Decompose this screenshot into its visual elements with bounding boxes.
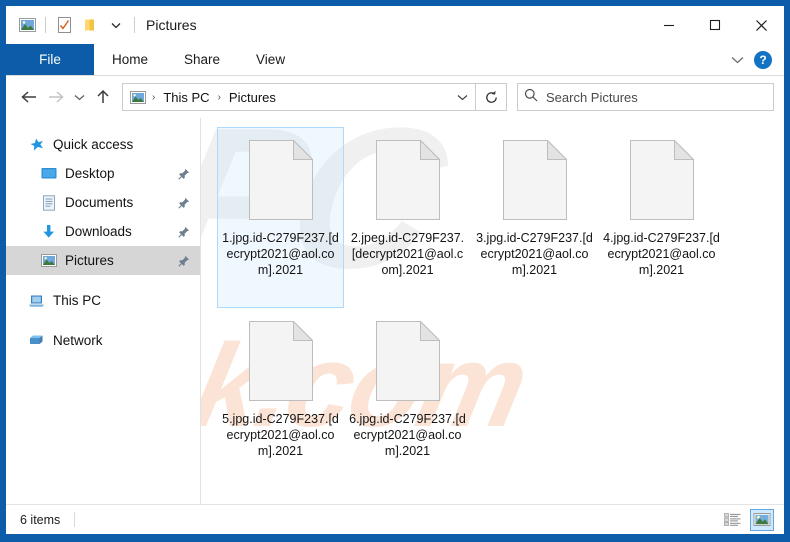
sidebar-item-label: Documents	[65, 195, 134, 210]
toolbar-divider	[45, 17, 46, 33]
file-name: 3.jpg.id-C279F237.[decrypt2021@aol.com].…	[476, 231, 593, 277]
breadcrumb-separator-1: ›	[152, 91, 156, 103]
generic-file-icon	[629, 139, 695, 220]
minimize-button[interactable]	[646, 6, 692, 44]
downloads-icon	[40, 223, 57, 240]
file-tile[interactable]: 5.jpg.id-C279F237.[decrypt2021@aol.com].…	[217, 308, 344, 489]
file-tile[interactable]: 4.jpg.id-C279F237.[decrypt2021@aol.com].…	[598, 127, 725, 308]
sidebar-item-quick-access[interactable]: Quick access	[6, 130, 200, 159]
generic-file-icon	[248, 139, 314, 220]
pin-icon[interactable]	[178, 226, 190, 238]
file-name: 5.jpg.id-C279F237.[decrypt2021@aol.com].…	[222, 412, 339, 458]
tab-view[interactable]: View	[238, 44, 303, 75]
sidebar-item-pictures[interactable]: Pictures	[6, 246, 200, 275]
file-name: 4.jpg.id-C279F237.[decrypt2021@aol.com].…	[603, 231, 720, 277]
forward-button[interactable]	[42, 84, 68, 110]
pin-icon[interactable]	[178, 168, 190, 180]
search-input[interactable]: Search Pictures	[517, 83, 774, 111]
file-name: 6.jpg.id-C279F237.[decrypt2021@aol.com].…	[349, 412, 466, 458]
picture-icon	[40, 252, 57, 269]
file-list-pane[interactable]: PC risk.com 1.jpg.id-C279F237.[decrypt20…	[201, 118, 784, 504]
sidebar-item-label: This PC	[53, 293, 102, 308]
breadcrumb: › This PC › Pictures	[129, 88, 451, 107]
search-placeholder: Search Pictures	[546, 89, 638, 105]
generic-file-icon	[375, 139, 441, 220]
search-icon	[524, 88, 538, 107]
chevron-down-icon[interactable]	[451, 86, 473, 108]
quick-access-toolbar: Pictures	[6, 12, 197, 38]
sidebar-item-network[interactable]: Network	[6, 326, 200, 355]
back-button[interactable]	[16, 84, 42, 110]
details-view-icon[interactable]	[720, 509, 744, 531]
customize-chevron-icon[interactable]	[103, 12, 129, 38]
sidebar-item-label: Downloads	[65, 224, 132, 239]
ribbon-actions: ?	[722, 44, 780, 75]
new-folder-icon[interactable]	[77, 12, 103, 38]
sidebar-item-documents[interactable]: Documents	[6, 188, 200, 217]
sidebar-item-label: Quick access	[53, 137, 134, 152]
refresh-button[interactable]	[476, 83, 507, 111]
recent-locations-button[interactable]	[68, 84, 90, 110]
sidebar-gap-1	[6, 275, 200, 286]
generic-file-icon	[375, 320, 441, 401]
up-button[interactable]	[90, 84, 116, 110]
picture-icon	[129, 89, 146, 106]
pin-icon[interactable]	[178, 255, 190, 267]
view-toggle-group	[720, 508, 774, 531]
item-count-label: 6 items	[20, 512, 61, 527]
pin-icon[interactable]	[178, 197, 190, 209]
star-icon	[28, 136, 45, 153]
breadcrumb-this-pc[interactable]: This PC	[158, 88, 214, 107]
toolbar-divider-2	[134, 17, 135, 33]
status-bar: 6 items	[6, 504, 784, 534]
file-tile[interactable]: 3.jpg.id-C279F237.[decrypt2021@aol.com].…	[471, 127, 598, 308]
sidebar-item-desktop[interactable]: Desktop	[6, 159, 200, 188]
chevron-down-icon[interactable]	[722, 47, 752, 73]
file-explorer-window: Pictures File Home Share View ? › This P…	[0, 0, 790, 542]
tab-home[interactable]: Home	[94, 44, 166, 75]
window-title: Pictures	[146, 17, 197, 33]
close-button[interactable]	[738, 6, 784, 44]
explorer-body: Quick access Desktop Documents Downloads…	[6, 118, 784, 504]
ribbon-tabs: File Home Share View ?	[6, 44, 784, 76]
file-name: 2.jpeg.id-C279F237.[decrypt2021@aol.com]…	[350, 231, 465, 277]
network-icon	[28, 332, 45, 349]
breadcrumb-pictures[interactable]: Pictures	[224, 88, 281, 107]
tab-file[interactable]: File	[6, 44, 94, 75]
tab-share[interactable]: Share	[166, 44, 238, 75]
file-tile[interactable]: 2.jpeg.id-C279F237.[decrypt2021@aol.com]…	[344, 127, 471, 308]
generic-file-icon	[248, 320, 314, 401]
documents-icon	[40, 194, 57, 211]
file-grid: 1.jpg.id-C279F237.[decrypt2021@aol.com].…	[201, 118, 784, 489]
large-icons-view-icon[interactable]	[750, 508, 774, 531]
sidebar-item-label: Pictures	[65, 253, 114, 268]
status-divider	[74, 512, 76, 527]
sidebar-gap-2	[6, 315, 200, 326]
sidebar-item-label: Desktop	[65, 166, 115, 181]
help-button[interactable]: ?	[754, 50, 772, 69]
window-controls	[646, 6, 784, 44]
breadcrumb-separator-2: ›	[217, 91, 221, 103]
sidebar-item-label: Network	[53, 333, 103, 348]
address-bar: › This PC › Pictures Search Pictures	[6, 76, 784, 118]
properties-icon[interactable]	[51, 12, 77, 38]
picture-icon[interactable]	[14, 12, 40, 38]
file-tile[interactable]: 6.jpg.id-C279F237.[decrypt2021@aol.com].…	[344, 308, 471, 489]
navigation-pane: Quick access Desktop Documents Downloads…	[6, 118, 201, 504]
sidebar-item-this-pc[interactable]: This PC	[6, 286, 200, 315]
file-name: 1.jpg.id-C279F237.[decrypt2021@aol.com].…	[222, 231, 339, 277]
sidebar-item-downloads[interactable]: Downloads	[6, 217, 200, 246]
desktop-icon	[40, 165, 57, 182]
breadcrumb-bar[interactable]: › This PC › Pictures	[122, 83, 476, 111]
title-bar: Pictures	[6, 6, 784, 44]
generic-file-icon	[502, 139, 568, 220]
maximize-button[interactable]	[692, 6, 738, 44]
file-tile[interactable]: 1.jpg.id-C279F237.[decrypt2021@aol.com].…	[217, 127, 344, 308]
this-pc-icon	[28, 292, 45, 309]
